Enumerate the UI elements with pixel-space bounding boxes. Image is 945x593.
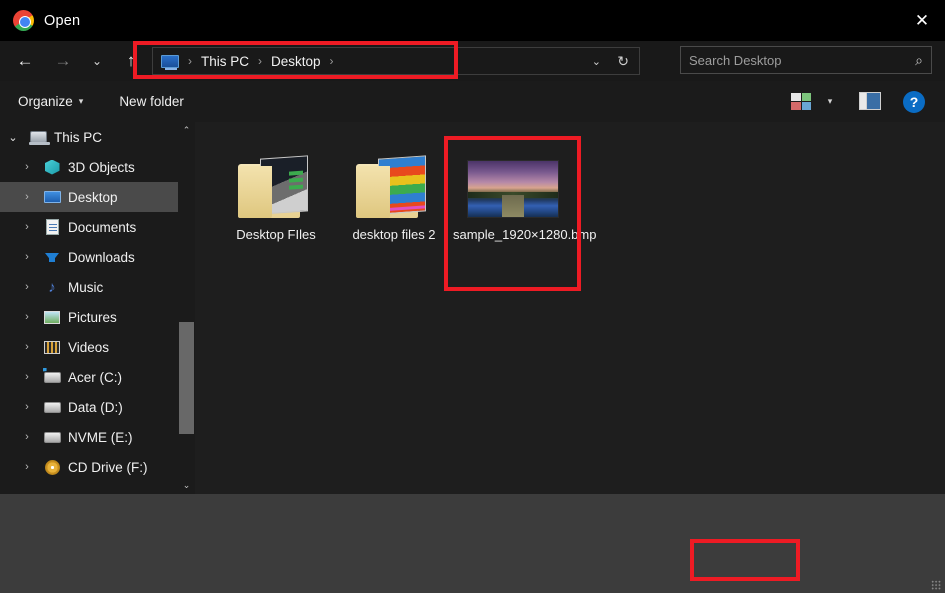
chevron-down-icon[interactable]: ⌄ (592, 48, 601, 74)
file-name-label: sample_1920×1280.bmp (453, 227, 597, 242)
organize-label: Organize (18, 94, 73, 109)
twisty-icon[interactable]: › (14, 311, 40, 323)
refresh-icon[interactable]: ↻ (617, 48, 629, 74)
help-icon[interactable]: ? (903, 91, 925, 113)
sidebar-item-label: 3D Objects (68, 159, 135, 175)
folder-icon (216, 140, 336, 218)
cd-drive-icon (40, 459, 64, 475)
breadcrumb-separator: › (329, 54, 334, 68)
sidebar-item-documents[interactable]: › Documents (0, 212, 178, 242)
sidebar-item-videos[interactable]: › Videos (0, 332, 178, 362)
dialog-footer: File name: ⌄ Custom Files (*.gif;*.png;*… (0, 494, 945, 593)
twisty-icon[interactable]: › (14, 371, 40, 383)
folder-icon (334, 140, 454, 218)
desktop-icon (40, 191, 64, 203)
close-icon[interactable]: ✕ (899, 0, 945, 41)
sidebar-item-label: Videos (68, 339, 110, 355)
sidebar-item-label: This PC (54, 129, 103, 145)
drive-icon (40, 431, 64, 443)
chevron-down-icon[interactable]: ▾ (822, 93, 838, 110)
download-icon (40, 252, 64, 262)
sidebar-item-pictures[interactable]: › Pictures (0, 302, 178, 332)
open-file-dialog: Open ✕ ← → ⌄ ↑ › This PC › Desktop › ⌄ ↻… (0, 0, 945, 593)
music-icon: ♪ (48, 278, 56, 296)
image-thumbnail (453, 140, 573, 218)
preview-pane-icon[interactable] (859, 92, 881, 110)
search-placeholder: Search Desktop (689, 52, 782, 68)
sidebar-item-this-pc[interactable]: ⌄ This PC (0, 122, 178, 152)
recent-locations-icon[interactable]: ⌄ (82, 46, 112, 76)
chrome-icon (13, 10, 34, 31)
twisty-icon[interactable]: › (14, 191, 40, 203)
search-input[interactable]: Search Desktop ⌕ (680, 46, 932, 74)
back-icon[interactable]: ← (10, 46, 40, 76)
breadcrumb-separator: › (188, 54, 192, 68)
title-bar: Open ✕ (0, 0, 945, 41)
chevron-down-icon: ▾ (78, 96, 84, 106)
document-icon (40, 219, 64, 235)
cube-icon (40, 159, 64, 175)
breadcrumb-desktop[interactable]: Desktop (271, 54, 321, 69)
file-name-label: desktop files 2 (352, 227, 436, 242)
breadcrumb-separator: › (258, 54, 263, 68)
sidebar-item-label: Music (68, 279, 104, 295)
twisty-icon[interactable]: › (14, 221, 40, 233)
file-list[interactable]: Desktop FIles desktop files 2 sample_192… (201, 122, 945, 494)
resize-grip[interactable] (931, 580, 941, 590)
twisty-icon[interactable]: › (14, 161, 40, 173)
sidebar-item-label: NVME (E:) (68, 429, 133, 445)
twisty-icon[interactable]: › (14, 401, 40, 413)
list-item[interactable]: Desktop FIles (216, 140, 336, 244)
list-item[interactable]: sample_1920×1280.bmp (453, 140, 597, 244)
breadcrumb-this-pc[interactable]: This PC (201, 54, 249, 69)
window-title: Open (44, 12, 81, 29)
new-folder-button[interactable]: New folder (119, 94, 184, 109)
forward-icon[interactable]: → (48, 46, 78, 76)
sidebar-item-label: Acer (C:) (68, 369, 122, 385)
sidebar-item-label: Documents (68, 219, 137, 235)
organize-button[interactable]: Organize ▾ (18, 94, 83, 109)
navigation-tree[interactable]: ⌄ This PC › 3D Objects › Desktop › Docum… (0, 122, 178, 494)
windows-drive-icon (40, 371, 64, 383)
sidebar-item-nvme-e[interactable]: › NVME (E:) (0, 422, 178, 452)
sidebar-item-label: Downloads (68, 249, 135, 265)
sidebar-item-acer-c[interactable]: › Acer (C:) (0, 362, 178, 392)
scroll-up-icon[interactable]: ⌃ (178, 122, 195, 139)
list-item[interactable]: desktop files 2 (334, 140, 454, 244)
sidebar-item-label: Data (D:) (68, 399, 123, 415)
picture-icon (40, 310, 64, 324)
sidebar-item-label: Desktop (68, 189, 118, 205)
sidebar-item-music[interactable]: › ♪ Music (0, 272, 178, 302)
sidebar-item-label: Pictures (68, 309, 117, 325)
sidebar-item-data-d[interactable]: › Data (D:) (0, 392, 178, 422)
twisty-icon[interactable]: ⌄ (0, 131, 26, 144)
up-icon[interactable]: ↑ (116, 46, 146, 76)
sidebar-item-cd-drive-f[interactable]: › CD Drive (F:) (0, 452, 178, 482)
twisty-icon[interactable]: › (14, 251, 40, 263)
twisty-icon[interactable]: › (14, 281, 40, 293)
view-tiles-icon[interactable] (791, 93, 811, 110)
sidebar-item-desktop[interactable]: › Desktop (0, 182, 178, 212)
pc-icon (26, 131, 50, 145)
search-icon: ⌕ (915, 51, 923, 68)
sidebar-item-3d-objects[interactable]: › 3D Objects (0, 152, 178, 182)
address-bar[interactable]: › This PC › Desktop › ⌄ ↻ (152, 47, 640, 75)
drive-icon (40, 401, 64, 413)
scroll-down-icon[interactable]: ⌄ (178, 477, 195, 494)
sidebar-item-label: CD Drive (F:) (68, 459, 148, 475)
video-icon (40, 340, 64, 354)
twisty-icon[interactable]: › (14, 341, 40, 353)
file-name-label: Desktop FIles (236, 227, 316, 242)
twisty-icon[interactable]: › (14, 431, 40, 443)
sidebar-item-downloads[interactable]: › Downloads (0, 242, 178, 272)
command-bar: Organize ▾ New folder ▾ ? (0, 81, 945, 122)
scrollbar-thumb[interactable] (179, 322, 194, 434)
twisty-icon[interactable]: › (14, 461, 40, 473)
desktop-pc-icon (161, 54, 179, 70)
sidebar-scrollbar[interactable]: ⌃ ⌄ (178, 122, 195, 494)
